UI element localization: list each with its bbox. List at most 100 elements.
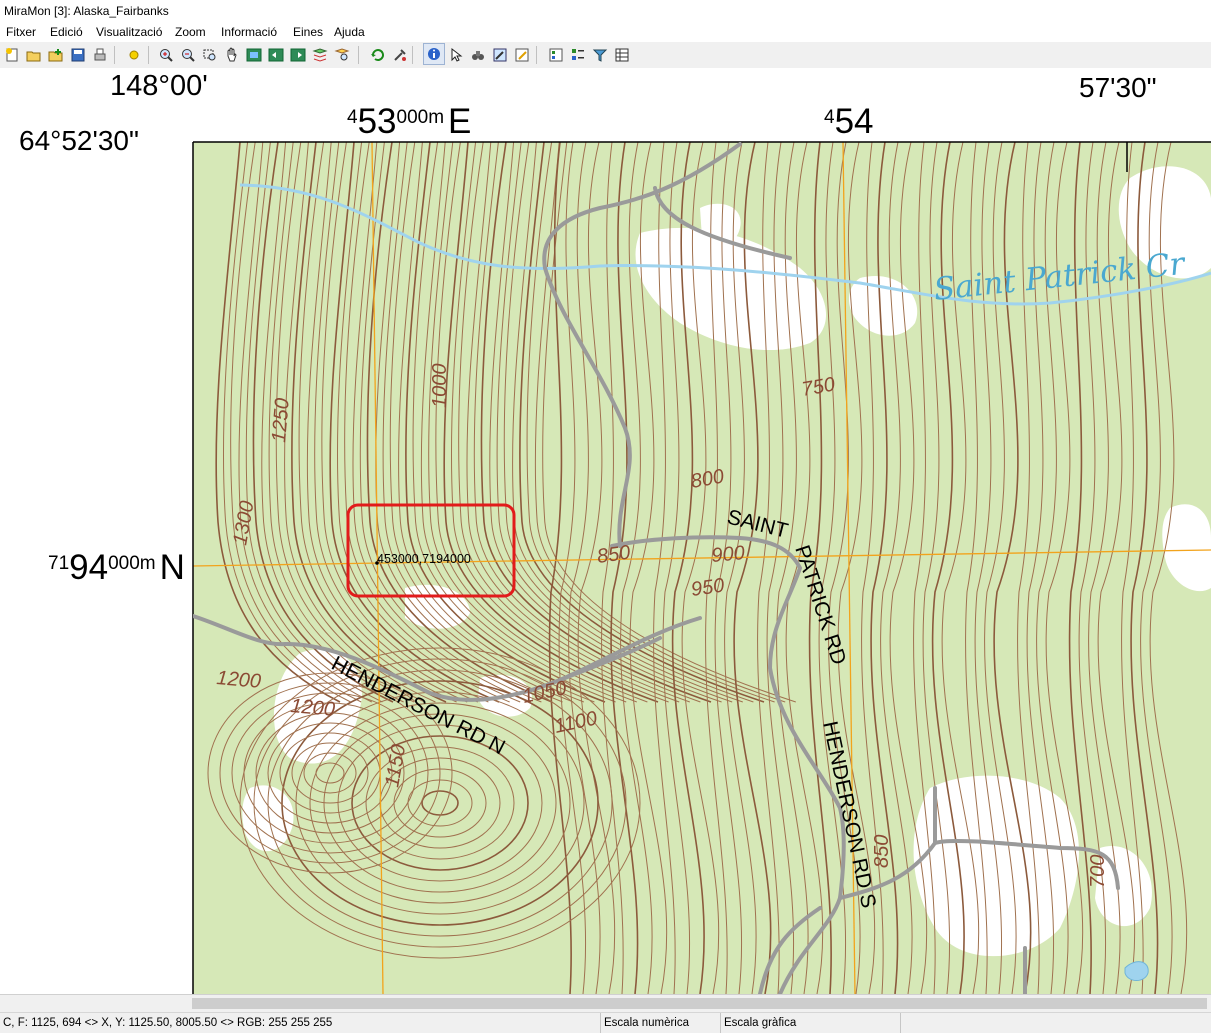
utm-easting-suffix: 000m bbox=[396, 107, 445, 128]
utm-easting-unit: E bbox=[448, 102, 472, 141]
status-empty-cell bbox=[900, 1013, 1211, 1033]
menu-zoom[interactable]: Zoom bbox=[175, 22, 206, 42]
table-icon bbox=[615, 48, 629, 62]
binoculars-button[interactable] bbox=[468, 45, 488, 65]
toolbar bbox=[0, 42, 1211, 69]
edit-icon bbox=[493, 48, 507, 62]
layers-button[interactable] bbox=[568, 45, 588, 65]
utm-northing-main: 94 bbox=[69, 548, 109, 587]
filter-button[interactable] bbox=[590, 45, 610, 65]
contour-label: 1200 bbox=[216, 667, 262, 693]
pencil-button[interactable] bbox=[512, 45, 532, 65]
print-icon bbox=[94, 48, 106, 61]
zoom-window-icon bbox=[203, 49, 216, 61]
print-button[interactable] bbox=[90, 45, 110, 65]
zoom-out-icon bbox=[182, 49, 195, 62]
add-layer-icon bbox=[48, 49, 63, 62]
previous-view-icon bbox=[268, 48, 284, 62]
redraw-button[interactable] bbox=[368, 45, 388, 65]
pencil-icon bbox=[515, 48, 529, 62]
menu-eines[interactable]: Eines bbox=[293, 22, 323, 42]
contour-label: 1000 bbox=[429, 364, 451, 409]
topographic-map[interactable]: Saint Patrick CrHENDERSON RD NSAINTPATRI… bbox=[0, 68, 1211, 994]
select-arrow-button[interactable] bbox=[446, 45, 466, 65]
latitude-label-top: 64°52'30" bbox=[19, 125, 139, 156]
binoculars-icon bbox=[472, 51, 484, 60]
toolbar-separator bbox=[536, 46, 537, 64]
previous-view-button[interactable] bbox=[266, 45, 286, 65]
utm-easting-prefix: 4 bbox=[347, 107, 358, 128]
menu-bar: Fitxer Edició Visualització Zoom Informa… bbox=[0, 22, 1211, 42]
menu-fitxer[interactable]: Fitxer bbox=[6, 22, 36, 42]
view-all-icon bbox=[246, 48, 262, 62]
utm-northing-prefix: 71 bbox=[48, 553, 70, 574]
zoom-out-button[interactable] bbox=[178, 45, 198, 65]
info-icon bbox=[428, 48, 440, 60]
pan-hand-icon bbox=[227, 47, 237, 62]
utm-easting-main: 53 bbox=[357, 102, 397, 141]
window-title: MiraMon [3]: Alaska_Fairbanks bbox=[4, 4, 169, 18]
longitude-label-left: 148°00' bbox=[110, 70, 208, 102]
toolbar-separator bbox=[412, 46, 413, 64]
open-icon bbox=[26, 51, 41, 62]
next-view-button[interactable] bbox=[288, 45, 308, 65]
add-layer-button[interactable] bbox=[46, 45, 66, 65]
contour-label: 1200 bbox=[290, 695, 336, 721]
select-arrow-icon bbox=[451, 47, 463, 62]
refresh-sun-icon bbox=[129, 50, 139, 60]
status-graphic-scale[interactable]: Escala gràfica bbox=[720, 1013, 900, 1033]
utm-northing-label: 7194000m N bbox=[48, 548, 185, 588]
tools-button[interactable] bbox=[390, 45, 410, 65]
toolbar-separator bbox=[114, 46, 115, 64]
utm-easting2-prefix: 4 bbox=[824, 107, 835, 128]
menu-ajuda[interactable]: Ajuda bbox=[334, 22, 365, 42]
save-button[interactable] bbox=[68, 45, 88, 65]
menu-informacio[interactable]: Informació bbox=[221, 22, 277, 42]
legend-icon bbox=[549, 48, 563, 62]
refresh-sun-button[interactable] bbox=[124, 45, 144, 65]
contour-label: 850 bbox=[871, 835, 893, 868]
next-view-icon bbox=[290, 48, 306, 62]
pan-hand-button[interactable] bbox=[222, 45, 242, 65]
toolbar-separator bbox=[358, 46, 359, 64]
legend-button[interactable] bbox=[546, 45, 566, 65]
open-button[interactable] bbox=[24, 45, 44, 65]
info-button[interactable] bbox=[423, 43, 445, 65]
small-pond bbox=[1124, 961, 1149, 981]
zoom-in-button[interactable] bbox=[156, 45, 176, 65]
utm-easting2-main: 54 bbox=[834, 102, 874, 141]
new-icon bbox=[6, 48, 18, 62]
new-button[interactable] bbox=[2, 45, 22, 65]
zoom-layer-button[interactable] bbox=[310, 45, 330, 65]
status-cursor-coordinates: C, F: 1125, 694 <> X, Y: 1125.50, 8005.5… bbox=[3, 1017, 333, 1029]
zoom-layer-icon bbox=[312, 48, 328, 62]
window-title-bar: MiraMon [3]: Alaska_Fairbanks bbox=[0, 0, 1211, 22]
filter-icon bbox=[592, 49, 608, 62]
save-icon bbox=[71, 48, 85, 62]
utm-easting-453-label: 453000m E bbox=[347, 102, 471, 142]
status-numeric-scale[interactable]: Escala numèrica bbox=[600, 1013, 720, 1033]
layers-icon bbox=[572, 49, 584, 60]
utm-easting-454-label: 454 bbox=[824, 102, 874, 142]
status-bar: C, F: 1125, 694 <> X, Y: 1125.50, 8005.5… bbox=[0, 1012, 1211, 1033]
tools-icon bbox=[394, 49, 406, 61]
contour-label: 700 bbox=[1087, 855, 1109, 888]
longitude-label-right: 57'30" bbox=[1079, 72, 1157, 103]
map-view[interactable]: Saint Patrick Cr HENDERSON RD N SAINT PATRI… bbox=[0, 68, 1211, 994]
horizontal-scrollbar[interactable] bbox=[0, 994, 1211, 1013]
contour-label: 850 bbox=[596, 542, 632, 568]
contour-label: 1250 bbox=[268, 397, 294, 443]
menu-visualitzacio[interactable]: Visualització bbox=[96, 22, 162, 42]
table-button[interactable] bbox=[612, 45, 632, 65]
scrollbar-thumb[interactable] bbox=[192, 998, 1207, 1009]
zoom-window-button[interactable] bbox=[200, 45, 220, 65]
edit-button[interactable] bbox=[490, 45, 510, 65]
view-all-button[interactable] bbox=[244, 45, 264, 65]
zoom-in-icon bbox=[160, 49, 173, 62]
redraw-icon bbox=[371, 49, 384, 61]
utm-northing-unit: N bbox=[159, 548, 185, 587]
utm-northing-suffix: 000m bbox=[108, 553, 156, 574]
menu-edicio[interactable]: Edició bbox=[50, 22, 83, 42]
zoom-selection-button[interactable] bbox=[332, 45, 352, 65]
toolbar-separator bbox=[148, 46, 149, 64]
